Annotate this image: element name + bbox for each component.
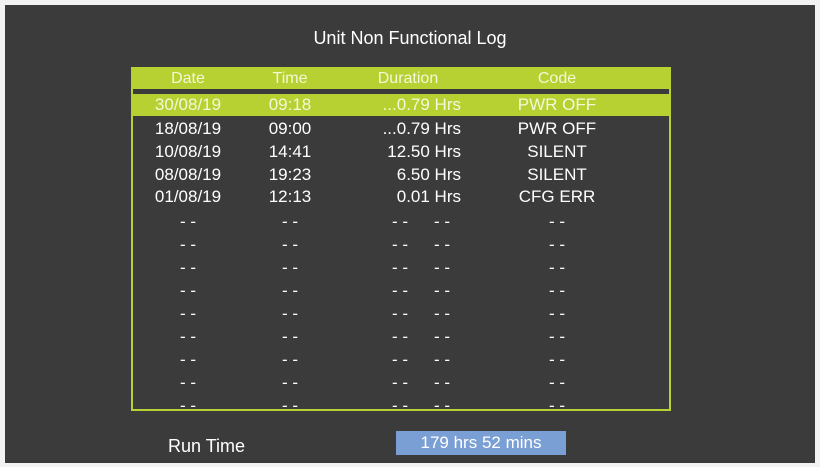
table-row-empty: - -- -- -- -- - <box>133 372 669 394</box>
cell-time: - - <box>281 212 299 231</box>
run-time-label: Run Time <box>168 436 246 456</box>
column-header-code: Code <box>537 70 577 87</box>
cell-duration-unit: - - <box>433 281 451 300</box>
table-row[interactable]: 08/08/19 19:23 6.50 Hrs SILENT <box>133 164 669 186</box>
table-row-empty: - -- -- -- -- - <box>133 326 669 348</box>
page-title: Unit Non Functional Log <box>313 28 507 48</box>
cell-code: SILENT <box>527 142 587 161</box>
cell-time: - - <box>281 396 299 415</box>
cell-date: 30/08/19 <box>154 95 222 114</box>
cell-duration: 0.01 Hrs <box>396 187 461 206</box>
cell-code: - - <box>548 327 566 346</box>
cell-code: - - <box>548 304 566 323</box>
cell-duration-value: - - <box>391 350 409 369</box>
run-time-value: 179 hrs 52 mins <box>396 431 566 455</box>
table-row-empty: - -- -- -- -- - <box>133 211 669 233</box>
cell-duration-unit: - - <box>433 258 451 277</box>
cell-code: - - <box>548 235 566 254</box>
cell-date: - - <box>179 235 197 254</box>
cell-date: - - <box>179 281 197 300</box>
table-row-empty: - -- -- -- -- - <box>133 234 669 256</box>
cell-duration-value: - - <box>391 304 409 323</box>
cell-code: - - <box>548 350 566 369</box>
cell-duration-unit: - - <box>433 373 451 392</box>
column-header-time: Time <box>272 70 308 87</box>
cell-duration-unit: - - <box>433 212 451 231</box>
cell-code: PWR OFF <box>517 119 597 138</box>
cell-date: - - <box>179 258 197 277</box>
cell-time: 19:23 <box>268 165 312 184</box>
cell-duration-value: - - <box>391 327 409 346</box>
table-row-empty: - -- -- -- -- - <box>133 349 669 371</box>
column-header-date: Date <box>171 70 205 87</box>
cell-code: - - <box>548 281 566 300</box>
cell-duration-value: - - <box>391 258 409 277</box>
cell-duration-value: - - <box>391 235 409 254</box>
table-row-empty: - -- -- -- -- - <box>133 303 669 325</box>
cell-time: - - <box>281 373 299 392</box>
cell-code: PWR OFF <box>517 95 597 114</box>
cell-time: 14:41 <box>268 142 312 161</box>
cell-duration-unit: - - <box>433 327 451 346</box>
table-row-empty: - -- -- -- -- - <box>133 395 669 417</box>
cell-date: 18/08/19 <box>154 119 222 138</box>
cell-date: 01/08/19 <box>154 187 222 206</box>
cell-duration: 12.50 Hrs <box>387 142 461 161</box>
cell-time: 09:00 <box>268 119 312 138</box>
cell-time: - - <box>281 304 299 323</box>
cell-date: 10/08/19 <box>154 142 222 161</box>
cell-duration: 6.50 Hrs <box>396 165 461 184</box>
table-row[interactable]: 01/08/19 12:13 0.01 Hrs CFG ERR <box>133 186 669 208</box>
cell-duration-value: - - <box>391 396 409 415</box>
cell-date: - - <box>179 350 197 369</box>
cell-duration-unit: - - <box>433 350 451 369</box>
cell-code: - - <box>548 212 566 231</box>
cell-duration-value: - - <box>391 373 409 392</box>
cell-date: - - <box>179 373 197 392</box>
table-row[interactable]: 18/08/19 09:00 ...0.79 Hrs PWR OFF <box>133 118 669 140</box>
cell-time: - - <box>281 327 299 346</box>
cell-code: - - <box>548 373 566 392</box>
cell-duration-value: - - <box>391 281 409 300</box>
table-row-empty: - -- -- -- -- - <box>133 280 669 302</box>
cell-date: - - <box>179 212 197 231</box>
cell-code: CFG ERR <box>518 187 596 206</box>
cell-time: 09:18 <box>268 95 312 114</box>
cell-date: - - <box>179 327 197 346</box>
cell-time: 12:13 <box>268 187 312 206</box>
table-row[interactable]: 10/08/19 14:41 12.50 Hrs SILENT <box>133 141 669 163</box>
cell-time: - - <box>281 350 299 369</box>
cell-duration: ...0.79 Hrs <box>382 95 461 114</box>
log-table: Date Time Duration Code 30/08/19 09:18...… <box>131 67 671 415</box>
cell-code: - - <box>548 258 566 277</box>
cell-duration-value: - - <box>391 212 409 231</box>
table-row-selected[interactable]: 30/08/19 09:18 ...0.79 Hrs PWR OFF <box>133 94 669 116</box>
cell-date: - - <box>179 396 197 415</box>
cell-time: - - <box>281 235 299 254</box>
cell-time: - - <box>281 281 299 300</box>
table-row-empty: - -- -- -- -- - <box>133 257 669 279</box>
cell-duration: ...0.79 Hrs <box>382 119 461 138</box>
cell-code: - - <box>548 396 566 415</box>
cell-duration-unit: - - <box>433 396 451 415</box>
table-header: Date Time Duration Code <box>133 69 669 89</box>
cell-date: - - <box>179 304 197 323</box>
cell-code: SILENT <box>527 165 587 184</box>
cell-duration-unit: - - <box>433 235 451 254</box>
cell-date: 08/08/19 <box>154 165 222 184</box>
cell-time: - - <box>281 258 299 277</box>
column-header-duration: Duration <box>377 70 439 87</box>
log-screen: Unit Non Functional Log Date Time Durati… <box>5 5 815 463</box>
cell-duration-unit: - - <box>433 304 451 323</box>
